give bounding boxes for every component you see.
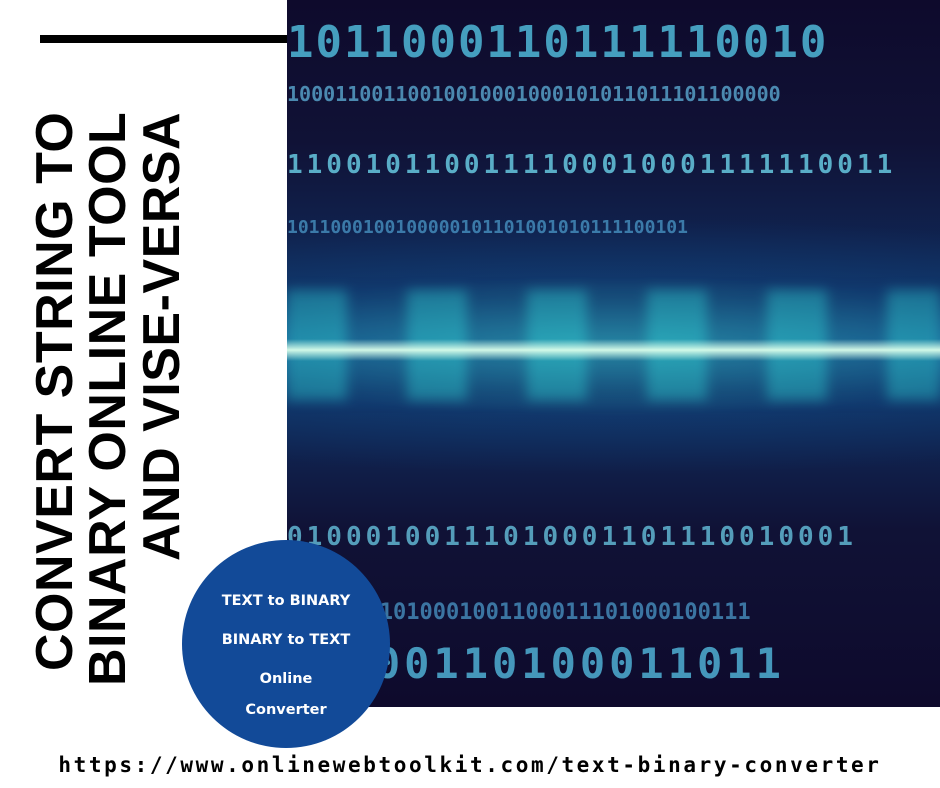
- title-line-2: BINARY ONLINE TOOL: [79, 112, 137, 687]
- converter-badge: TEXT to BINARY BINARY to TEXT Online Con…: [182, 540, 390, 748]
- binary-row-5: 01000100111010001101110010001: [287, 522, 857, 552]
- top-rule-divider: [40, 35, 288, 43]
- binary-row-4: 1011000100100000101101001010111100101: [287, 218, 688, 238]
- title-line-1: CONVERT STRING TO: [26, 112, 84, 672]
- title-line-3: AND VISE-VERSA: [133, 112, 191, 562]
- badge-converter: Converter: [245, 702, 327, 718]
- binary-row-3: 1100101100111100010001111110011: [287, 150, 897, 180]
- badge-text-to-binary: TEXT to BINARY: [221, 593, 351, 609]
- binary-row-2: 1000110011001001000100010101101110110000…: [287, 82, 781, 106]
- badge-online: Online: [259, 671, 313, 687]
- binary-row-1: 1011000110111110010: [287, 18, 829, 68]
- badge-binary-to-text: BINARY to TEXT: [221, 632, 351, 648]
- glow-core: [287, 339, 940, 361]
- website-url: https://www.onlinewebtoolkit.com/text-bi…: [58, 753, 882, 777]
